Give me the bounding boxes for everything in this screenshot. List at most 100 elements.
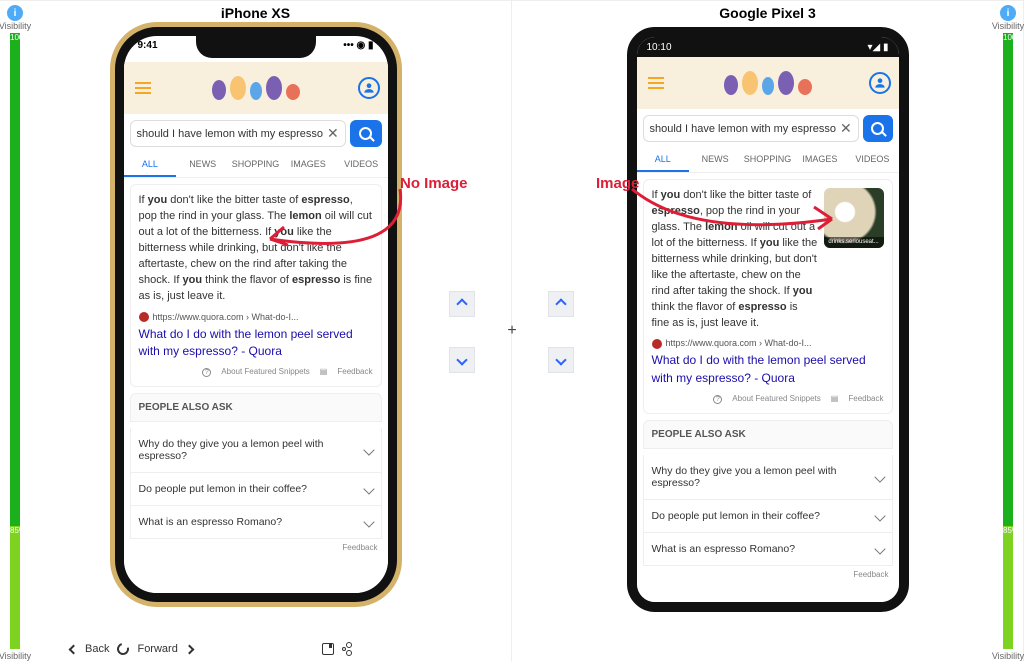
paa-row-3[interactable]: What is an espresso Romano? [130,506,382,539]
paa-q1: Why do they give you a lemon peel with e… [652,465,876,489]
google-header [637,57,899,109]
menu-icon[interactable] [645,72,667,94]
arrow-no-image [250,179,450,289]
snippet-link[interactable]: What do I do with the lemon peel served … [652,352,884,387]
search-button[interactable] [350,120,382,147]
menu-icon[interactable] [132,77,154,99]
device-title-pixel: Google Pixel 3 [719,5,815,21]
visibility-gauge: 100% 85% [1003,33,1013,649]
reload-icon[interactable] [115,641,131,657]
paa-row-2[interactable]: Do people put lemon in their coffee? [130,473,382,506]
footbar: Back Forward [70,643,352,655]
search-query-text: should I have lemon with my espresso [650,123,836,135]
paa-row-3[interactable]: What is an espresso Romano? [643,533,893,566]
back-button[interactable]: Back [85,643,109,655]
tab-images[interactable]: IMAGES [794,148,846,172]
search-button[interactable] [863,115,893,142]
chevron-down-icon [555,354,566,365]
help-icon[interactable]: ? [713,395,722,404]
visibility-gauge: 100% 85% [10,33,20,649]
google-doodle[interactable] [212,76,300,100]
paa-q1: Why do they give you a lemon peel with e… [139,438,365,462]
clear-icon[interactable]: ✕ [327,125,339,142]
panel-iphone: i Visibility 100% 85% Visibility iPhone … [0,1,512,661]
tab-images[interactable]: IMAGES [282,153,335,177]
paa-q2: Do people put lemon in their coffee? [139,483,308,495]
center-crosshair: + [507,322,516,340]
panel-pixel: i Visibility 100% 85% Visibility Google … [512,1,1024,661]
iphone-notch [196,36,316,58]
paa-row-1[interactable]: Why do they give you a lemon peel with e… [643,455,893,500]
visibility-label-bottom: Visibility [0,651,31,661]
search-query-text: should I have lemon with my espresso [137,128,323,140]
tab-videos[interactable]: VIDEOS [335,153,388,177]
tab-all[interactable]: ALL [637,148,689,172]
snippet-link[interactable]: What do I do with the lemon peel served … [139,326,373,361]
paa-row-2[interactable]: Do people put lemon in their coffee? [643,500,893,533]
tab-shopping[interactable]: SHOPPING [741,148,793,172]
account-icon[interactable] [869,72,891,94]
search-icon [871,122,884,135]
info-icon[interactable]: i [1000,5,1016,21]
about-featured[interactable]: About Featured Snippets [221,366,310,378]
paa-feedback[interactable]: Feedback [124,539,388,556]
scroll-buttons-right [548,291,574,373]
scroll-up-button[interactable] [548,291,574,317]
chevron-down-icon [874,543,885,554]
search-input[interactable]: should I have lemon with my espresso ✕ [643,115,859,142]
paa-header: PEOPLE ALSO ASK [643,420,893,449]
feedback-link[interactable]: Feedback [337,366,372,378]
device-title-iphone: iPhone XS [221,5,290,21]
source-url: https://www.quora.com › What-do-I... [153,311,299,324]
clear-icon[interactable]: ✕ [840,120,852,137]
search-icon [359,127,372,140]
tab-news[interactable]: NEWS [176,153,229,177]
feedback-icon: ▤ [320,366,328,378]
iphone-screen: should I have lemon with my espresso ✕ A… [124,62,388,593]
info-icon[interactable]: i [7,5,23,21]
tab-all[interactable]: ALL [124,153,177,177]
chevron-down-icon [874,510,885,521]
search-input[interactable]: should I have lemon with my espresso ✕ [130,120,346,147]
save-icon[interactable] [322,643,334,655]
chevron-up-icon [456,298,467,309]
forward-button[interactable]: Forward [137,643,177,655]
about-featured[interactable]: About Featured Snippets [732,393,821,405]
account-icon[interactable] [358,77,380,99]
search-tabs: ALL NEWS SHOPPING IMAGES VIDEOS [124,153,388,178]
scroll-up-button[interactable] [449,291,475,317]
paa-feedback[interactable]: Feedback [637,566,899,583]
visibility-seg-85: 85% [10,526,20,649]
visibility-label: Visibility [992,21,1024,31]
scroll-down-button[interactable] [548,347,574,373]
help-icon[interactable]: ? [202,368,211,377]
chevron-up-icon [555,298,566,309]
feedback-icon: ▤ [831,393,839,405]
tab-videos[interactable]: VIDEOS [846,148,898,172]
visibility-label-bottom: Visibility [992,651,1024,661]
snippet-footer: ? About Featured Snippets ▤ Feedback [139,366,373,378]
google-doodle[interactable] [724,71,812,95]
forward-icon[interactable] [184,644,194,654]
visibility-bar-right: i Visibility 100% 85% Visibility [995,1,1021,661]
snippet-source: https://www.quora.com › What-do-I... [652,337,884,350]
status-icons: ▾◢ ▮ [868,42,889,53]
status-time: 10:10 [647,42,672,53]
quora-icon [652,339,662,349]
feedback-link[interactable]: Feedback [848,393,883,405]
tab-news[interactable]: NEWS [689,148,741,172]
pixel-screen: should I have lemon with my espresso ✕ A… [637,57,899,602]
source-url: https://www.quora.com › What-do-I... [666,337,812,350]
paa-q3: What is an espresso Romano? [139,516,283,528]
paa-row-1[interactable]: Why do they give you a lemon peel with e… [130,428,382,473]
scroll-down-button[interactable] [449,347,475,373]
tab-shopping[interactable]: SHOPPING [229,153,282,177]
scroll-buttons-left [449,291,475,373]
visibility-bar-left: i Visibility 100% 85% Visibility [2,1,28,661]
pixel-status-bar: 10:10 ▾◢ ▮ [637,37,899,57]
chevron-down-icon [363,483,374,494]
status-icons: ••• ◉ ▮ [343,40,373,51]
back-icon[interactable] [69,644,79,654]
visibility-seg-85: 85% [1003,526,1013,649]
share-icon[interactable] [342,644,352,654]
